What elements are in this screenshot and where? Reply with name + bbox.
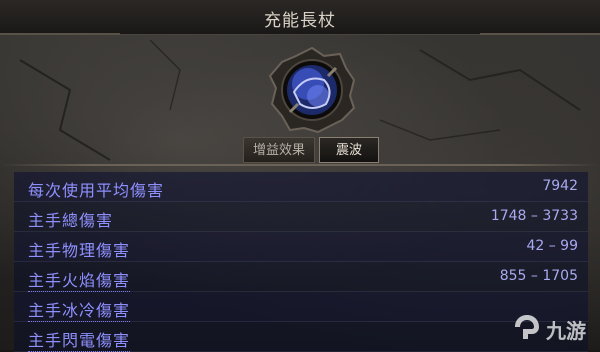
stat-label: 主手冰冷傷害 — [28, 297, 131, 322]
stat-row-cold-damage: 主手冰冷傷害 — [14, 292, 588, 322]
panel-divider — [0, 164, 600, 166]
stat-value: 42 – 99 — [526, 238, 578, 254]
stat-label: 主手閃電傷害 — [28, 327, 131, 352]
jiuyou-logo-icon — [515, 315, 539, 339]
stat-value: 1748 – 3733 — [490, 208, 578, 224]
stat-label: 主手火焰傷害 — [28, 267, 131, 292]
stat-row-total-damage: 主手總傷害 1748 – 3733 — [14, 202, 588, 232]
title-bar: 充能長杖 — [0, 0, 600, 35]
stats-list: 每次使用平均傷害 7942 主手總傷害 1748 – 3733 主手物理傷害 4… — [14, 172, 588, 352]
tab-buff-effects[interactable]: 增益效果 — [243, 137, 315, 163]
tab-shockwave[interactable]: 震波 — [319, 137, 379, 163]
skill-orb-icon — [268, 46, 356, 134]
stat-label: 主手總傷害 — [28, 211, 114, 230]
stat-row-avg-damage: 每次使用平均傷害 7942 — [14, 172, 588, 202]
stat-row-lightning-damage: 主手閃電傷害 — [14, 322, 588, 352]
stat-value: 855 – 1705 — [499, 268, 578, 284]
title-ornament-left — [0, 33, 120, 41]
watermark: 九游 — [512, 312, 592, 344]
watermark-text: 九游 — [546, 319, 586, 343]
stat-row-physical-damage: 主手物理傷害 42 – 99 — [14, 232, 588, 262]
stat-row-fire-damage: 主手火焰傷害 855 – 1705 — [14, 262, 588, 292]
stat-label: 每次使用平均傷害 — [28, 181, 165, 200]
stat-label: 主手物理傷害 — [28, 241, 131, 260]
item-title: 充能長杖 — [264, 11, 336, 31]
stat-value: 7942 — [542, 178, 578, 194]
title-ornament-right — [480, 33, 600, 41]
